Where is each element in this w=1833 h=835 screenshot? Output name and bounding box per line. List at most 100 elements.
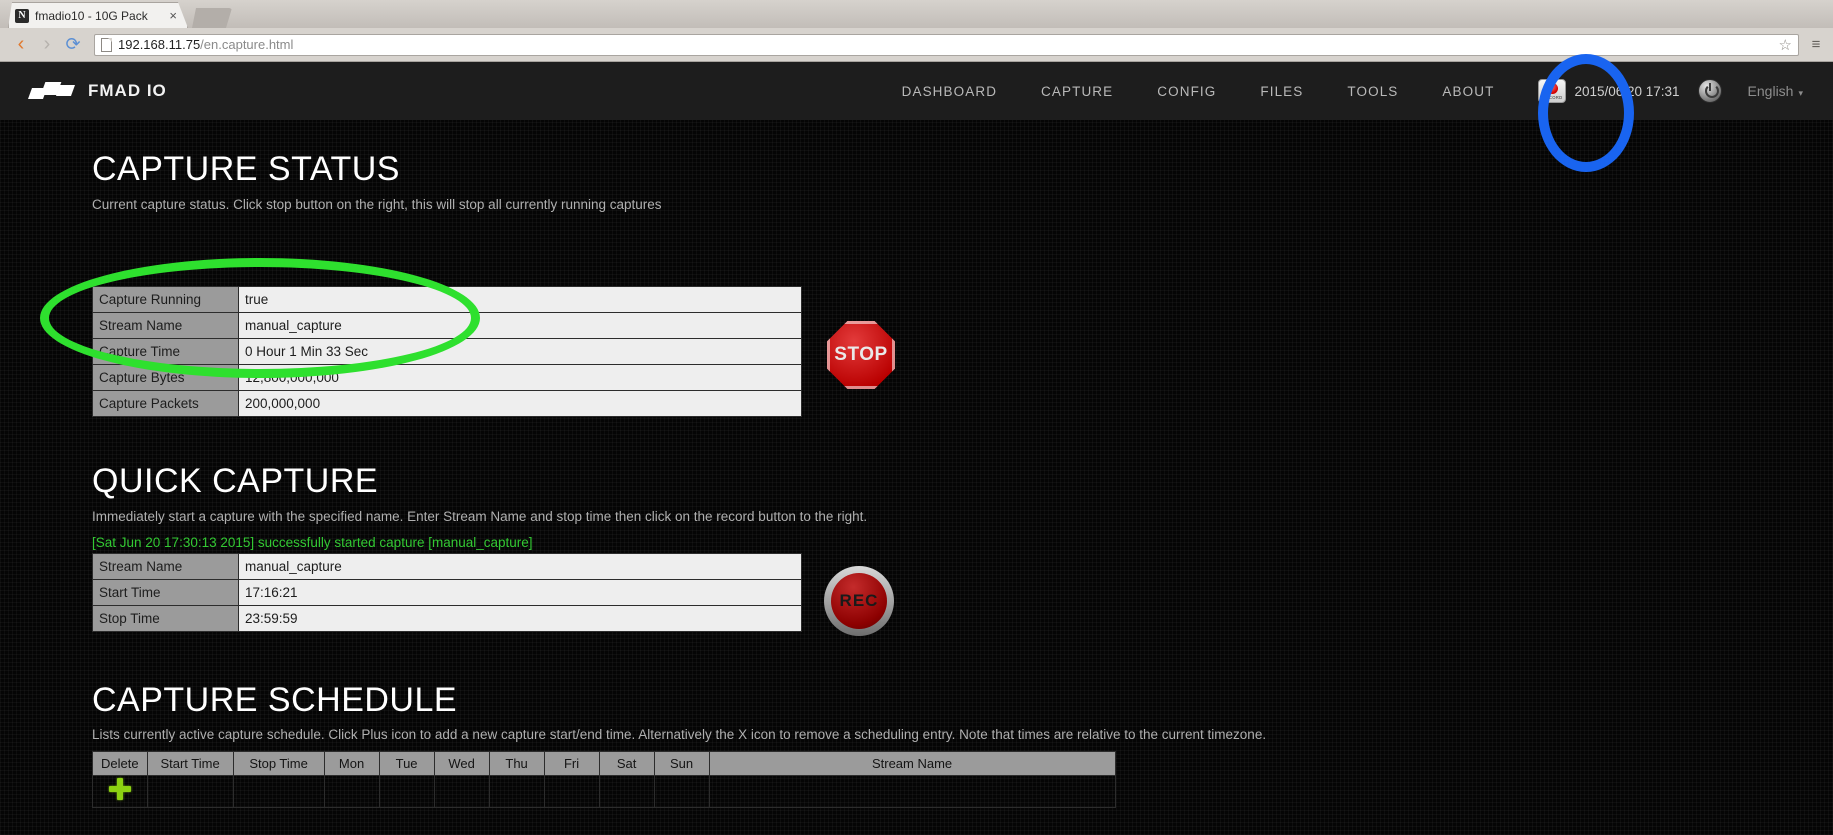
- column-header-fri: Fri: [544, 752, 599, 776]
- stop-capture-button[interactable]: STOP: [827, 321, 895, 389]
- quick-capture-title: QUICK CAPTURE: [92, 462, 378, 501]
- table-header-row: Delete Start Time Stop Time Mon Tue Wed …: [93, 752, 1116, 776]
- column-header-mon: Mon: [324, 752, 379, 776]
- header-clock: 2015/06/20 17:31: [1574, 84, 1679, 99]
- nav-item-files[interactable]: FILES: [1238, 84, 1325, 99]
- table-row: Start Time 17:16:21: [93, 580, 802, 606]
- row-value: manual_capture: [239, 313, 802, 339]
- brand-name: FMAD IO: [88, 81, 167, 101]
- column-header-start-time: Start Time: [147, 752, 233, 776]
- record-badge-label: RECORD: [1542, 95, 1562, 100]
- nav-item-tools[interactable]: TOOLS: [1325, 84, 1420, 99]
- main-navigation: DASHBOARD CAPTURE CONFIG FILES TOOLS ABO…: [880, 79, 1833, 103]
- table-row: Capture Running true: [93, 287, 802, 313]
- quick-capture-description: Immediately start a capture with the spe…: [92, 509, 867, 524]
- power-icon[interactable]: [1698, 79, 1722, 103]
- table-row: Stop Time 23:59:59: [93, 606, 802, 632]
- quick-capture-table: Stream Name manual_capture Start Time 17…: [92, 553, 802, 632]
- fmadio-logo-icon: [30, 80, 76, 102]
- nav-item-capture[interactable]: CAPTURE: [1019, 84, 1135, 99]
- column-header-stop-time: Stop Time: [233, 752, 324, 776]
- start-time-input[interactable]: 17:16:21: [239, 580, 802, 606]
- row-value: true: [239, 287, 802, 313]
- empty-cell: [489, 776, 544, 808]
- add-schedule-cell[interactable]: [93, 776, 148, 808]
- column-header-thu: Thu: [489, 752, 544, 776]
- language-label: English: [1748, 83, 1794, 99]
- capture-status-title: CAPTURE STATUS: [92, 150, 400, 189]
- row-key: Stream Name: [93, 554, 239, 580]
- row-value: 0 Hour 1 Min 33 Sec: [239, 339, 802, 365]
- rec-button-label: REC: [840, 591, 879, 611]
- column-header-stream-name: Stream Name: [709, 752, 1115, 776]
- table-row-add: [93, 776, 1116, 808]
- row-key: Stream Name: [93, 313, 239, 339]
- empty-cell: [324, 776, 379, 808]
- empty-cell: [147, 776, 233, 808]
- stop-time-input[interactable]: 23:59:59: [239, 606, 802, 632]
- browser-toolbar: ‹ › ⟳ 192.168.11.75 /en.capture.html ☆ ≡: [0, 28, 1833, 62]
- empty-cell: [654, 776, 709, 808]
- empty-cell: [379, 776, 434, 808]
- row-value: 12,800,000,000: [239, 365, 802, 391]
- plus-icon[interactable]: [109, 778, 131, 800]
- brand-logo[interactable]: FMAD IO: [30, 80, 167, 102]
- row-key: Stop Time: [93, 606, 239, 632]
- record-dot-icon: [1547, 83, 1558, 94]
- empty-cell: [709, 776, 1115, 808]
- table-row: Stream Name manual_capture: [93, 554, 802, 580]
- row-key: Start Time: [93, 580, 239, 606]
- capture-schedule-description: Lists currently active capture schedule.…: [92, 727, 1266, 742]
- row-key: Capture Bytes: [93, 365, 239, 391]
- column-header-tue: Tue: [379, 752, 434, 776]
- tab-favicon-icon: N: [15, 9, 29, 23]
- column-header-sat: Sat: [599, 752, 654, 776]
- table-row: Stream Name manual_capture: [93, 313, 802, 339]
- language-selector[interactable]: English ▾: [1748, 83, 1803, 99]
- chevron-down-icon: ▾: [1798, 88, 1803, 98]
- browser-tab[interactable]: N fmadio10 - 10G Pack ×: [8, 2, 188, 28]
- tab-strip: N fmadio10 - 10G Pack ×: [0, 0, 1833, 28]
- tab-title: fmadio10 - 10G Pack: [35, 9, 165, 23]
- column-header-sun: Sun: [654, 752, 709, 776]
- row-value: 200,000,000: [239, 391, 802, 417]
- table-row: Capture Bytes 12,800,000,000: [93, 365, 802, 391]
- empty-cell: [434, 776, 489, 808]
- stop-button-label: STOP: [834, 344, 887, 366]
- nav-item-dashboard[interactable]: DASHBOARD: [880, 84, 1019, 99]
- back-icon[interactable]: ‹: [8, 32, 34, 58]
- address-bar[interactable]: 192.168.11.75 /en.capture.html ☆: [94, 34, 1799, 56]
- quick-capture-status-message: [Sat Jun 20 17:30:13 2015] successfully …: [92, 535, 533, 550]
- table-row: Capture Packets 200,000,000: [93, 391, 802, 417]
- browser-chrome: N fmadio10 - 10G Pack × ‹ › ⟳ 192.168.11…: [0, 0, 1833, 62]
- column-header-wed: Wed: [434, 752, 489, 776]
- reload-icon[interactable]: ⟳: [60, 32, 86, 58]
- nav-item-about[interactable]: ABOUT: [1420, 84, 1516, 99]
- capture-schedule-title: CAPTURE SCHEDULE: [92, 681, 457, 720]
- table-row: Capture Time 0 Hour 1 Min 33 Sec: [93, 339, 802, 365]
- nav-item-config[interactable]: CONFIG: [1135, 84, 1238, 99]
- capture-status-table: Capture Running true Stream Name manual_…: [92, 286, 802, 417]
- site-header: FMAD IO DASHBOARD CAPTURE CONFIG FILES T…: [0, 62, 1833, 120]
- empty-cell: [544, 776, 599, 808]
- record-capture-button[interactable]: REC: [824, 566, 894, 636]
- row-key: Capture Running: [93, 287, 239, 313]
- empty-cell: [233, 776, 324, 808]
- page-document-icon: [101, 38, 112, 52]
- tab-close-icon[interactable]: ×: [165, 8, 181, 23]
- forward-icon[interactable]: ›: [34, 32, 60, 58]
- bookmark-star-icon[interactable]: ☆: [1779, 36, 1792, 54]
- url-host: 192.168.11.75: [118, 37, 200, 52]
- new-tab-button[interactable]: [192, 8, 232, 28]
- stream-name-input[interactable]: manual_capture: [239, 554, 802, 580]
- row-key: Capture Time: [93, 339, 239, 365]
- record-status-icon[interactable]: RECORD: [1538, 79, 1566, 103]
- column-header-delete: Delete: [93, 752, 148, 776]
- stop-sign-icon: STOP: [827, 321, 895, 389]
- record-circle-icon: REC: [831, 573, 887, 629]
- browser-menu-icon[interactable]: ≡: [1807, 36, 1825, 53]
- row-key: Capture Packets: [93, 391, 239, 417]
- capture-schedule-table: Delete Start Time Stop Time Mon Tue Wed …: [92, 751, 1116, 808]
- url-path: /en.capture.html: [200, 37, 293, 52]
- capture-status-description: Current capture status. Click stop butto…: [92, 197, 662, 212]
